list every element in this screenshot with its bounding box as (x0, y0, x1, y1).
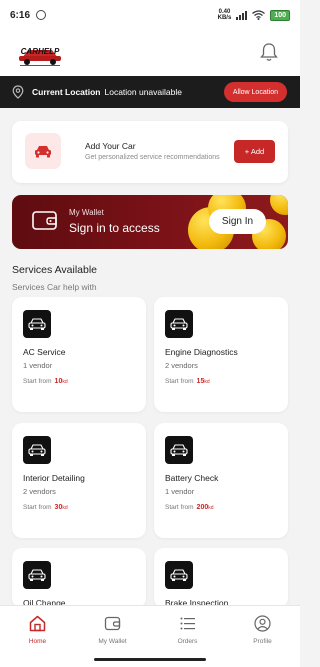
wallet-title: My Wallet (69, 208, 104, 217)
decorative-ball (270, 195, 288, 215)
signal-icon (236, 10, 248, 20)
service-vendors: 1 vendor (23, 361, 53, 370)
nav-label: Orders (177, 638, 198, 645)
service-vendors: 1 vendor (165, 487, 195, 496)
service-card[interactable]: Interior Detailing 2 vendors Start from 3… (12, 423, 146, 538)
service-card[interactable]: Battery Check 1 vendor Start from 200kd (154, 423, 288, 538)
price-unit: kd (62, 505, 68, 511)
start-from-label: Start from (165, 504, 194, 511)
service-card[interactable]: Oil Change (12, 548, 146, 608)
status-right: 0.40 KB/s 100 (218, 9, 290, 21)
car-icon-box (25, 133, 61, 169)
system-home-indicator (0, 653, 300, 667)
add-car-card[interactable]: Add Your Car Get personalized service re… (12, 121, 288, 183)
nav-label: Home (28, 638, 47, 645)
service-car-icon (165, 310, 193, 338)
nav-item-home[interactable]: Home (0, 606, 75, 653)
service-card[interactable]: Brake Inspection (154, 548, 288, 608)
service-name: Battery Check (165, 473, 219, 483)
services-subtitle: Services Car help with (12, 282, 97, 292)
app-header: CARHELP (0, 30, 300, 76)
allow-location-button[interactable]: Allow Location (223, 82, 287, 102)
bottom-nav: Home My Wallet Orders Profile (0, 605, 300, 653)
nav-item-orders[interactable]: Orders (150, 606, 225, 653)
app-logo: CARHELP (19, 47, 61, 66)
location-label: Current Location (32, 87, 101, 97)
status-bar: 6:16 0.40 KB/s 100 (0, 0, 300, 30)
add-car-subtitle: Get personalized service recommendations (85, 154, 220, 161)
start-from-label: Start from (165, 378, 194, 385)
network-speed-unit: KB/s (217, 15, 232, 21)
wallet-icon (104, 616, 121, 631)
location-value: Location unavailable (104, 87, 182, 97)
car-icon (35, 146, 51, 158)
services-title: Services Available (12, 264, 98, 276)
network-speed: 0.40 KB/s (218, 9, 232, 21)
price-unit: kd (62, 379, 68, 385)
service-card[interactable]: AC Service 1 vendor Start from 10kd (12, 297, 146, 412)
add-car-title: Add Your Car (85, 141, 136, 151)
nav-item-wallet[interactable]: My Wallet (75, 606, 150, 653)
nav-item-profile[interactable]: Profile (225, 606, 300, 653)
service-start-price: Start from 30kd (23, 504, 68, 511)
price-unit: kd (204, 379, 210, 385)
service-price: 200 (196, 504, 209, 511)
service-car-icon (23, 561, 51, 589)
service-card[interactable]: Engine Diagnostics 2 vendors Start from 1… (154, 297, 288, 412)
service-car-icon (23, 436, 51, 464)
svg-text:CARHELP: CARHELP (21, 47, 60, 56)
list-icon (180, 617, 195, 630)
wallet-icon (32, 211, 57, 230)
service-start-price: Start from 15kd (165, 378, 210, 385)
home-icon (29, 615, 46, 632)
location-bar: Current Location Location unavailable Al… (0, 76, 300, 108)
service-car-icon (165, 436, 193, 464)
service-name: Interior Detailing (23, 473, 85, 483)
profile-icon (254, 615, 271, 632)
nav-label: My Wallet (98, 638, 127, 645)
service-name: Engine Diagnostics (165, 347, 238, 357)
start-from-label: Start from (23, 378, 52, 385)
service-start-price: Start from 10kd (23, 378, 68, 385)
add-car-button[interactable]: + Add (234, 140, 275, 163)
wifi-icon (252, 10, 266, 20)
service-car-icon (23, 310, 51, 338)
status-notification-icon (36, 10, 47, 20)
sign-in-button[interactable]: Sign In (209, 209, 266, 234)
service-car-icon (165, 561, 193, 589)
service-vendors: 2 vendors (165, 361, 198, 370)
nav-label: Profile (253, 638, 272, 645)
service-vendors: 2 vendors (23, 487, 56, 496)
wallet-subtitle: Sign in to access (69, 221, 160, 235)
service-start-price: Start from 200kd (165, 504, 214, 511)
status-time: 6:16 (10, 9, 31, 21)
location-pin-icon (12, 85, 24, 99)
battery-icon: 100 (270, 9, 290, 21)
notification-bell-icon[interactable] (260, 42, 278, 62)
start-from-label: Start from (23, 504, 52, 511)
price-unit: kd (208, 505, 214, 511)
service-name: AC Service (23, 347, 66, 357)
wallet-banner[interactable]: My Wallet Sign in to access Sign In (12, 195, 288, 249)
